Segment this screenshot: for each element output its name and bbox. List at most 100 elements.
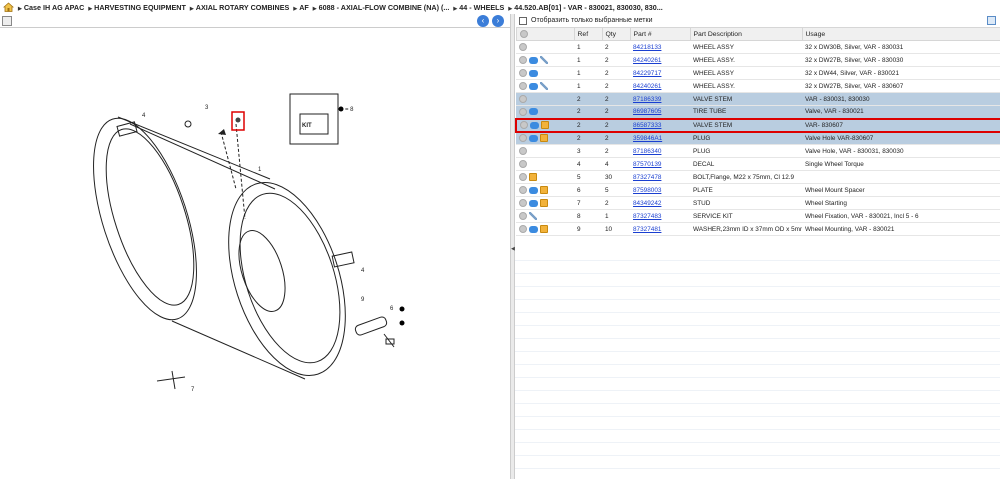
replacement-icon[interactable] (529, 225, 538, 233)
table-row[interactable]: 5 30 87327478 BOLT,Flange, M22 x 75mm, Cl 1… (516, 170, 1000, 184)
replacement-icon[interactable] (529, 56, 538, 64)
parts-diagram[interactable]: 1 3 4 4 6 7 9 = 8 KIT (0, 29, 510, 479)
add-to-cart-icon[interactable] (520, 121, 528, 129)
table-row[interactable]: 9 10 87327481 WASHER,23mm ID x 37mm OD x 5m… (516, 222, 1000, 236)
cell-part-number[interactable]: 84240261 (630, 79, 690, 93)
cell-part-number-text[interactable]: 84218133 (633, 44, 661, 51)
next-diagram-button[interactable]: › (492, 15, 504, 27)
package-icon[interactable] (540, 225, 548, 233)
cell-part-number[interactable]: 87186340 (630, 144, 690, 158)
table-row[interactable]: 2 2 86587333 VALVE STEM VAR- 830607 (515, 117, 1000, 133)
home-icon[interactable] (3, 2, 14, 12)
cell-part-number[interactable]: 87327478 (630, 170, 690, 184)
callout-4[interactable]: 4 (142, 113, 146, 119)
table-row[interactable]: 3 2 87186340 PLUG Valve Hole, VAR - 830031, … (516, 144, 1000, 158)
callout-4b[interactable]: 4 (361, 268, 365, 274)
service-tool-icon[interactable] (529, 212, 537, 220)
table-row[interactable]: 1 2 84240261 WHEEL ASSY. 32 x DW27B, Silver,… (516, 79, 1000, 93)
cell-part-number[interactable]: 86987605 (630, 105, 690, 119)
add-to-cart-icon[interactable] (519, 43, 527, 51)
cell-part-number-text[interactable]: 86987605 (633, 108, 661, 115)
select-all-icon[interactable] (519, 30, 528, 38)
cell-part-number-text[interactable]: 87598003 (633, 187, 661, 194)
column-qty[interactable]: Qty (601, 27, 631, 41)
cell-part-number[interactable]: 87570139 (630, 157, 690, 171)
callout-1[interactable]: 1 (258, 167, 262, 173)
table-row[interactable]: 2 2 86987605 TIRE TUBE Valve, VAR - 830021 (516, 105, 1000, 119)
breadcrumb-item[interactable]: 6088 - AXIAL-FLOW COMBINE (NA) (... (313, 3, 450, 12)
cell-part-number[interactable]: 87327483 (630, 209, 690, 223)
column-ref[interactable]: Ref (573, 27, 603, 41)
package-icon[interactable] (540, 134, 548, 143)
package-icon[interactable] (529, 173, 537, 181)
cell-part-number[interactable]: 84349242 (630, 196, 690, 210)
column-description[interactable]: Part Description (689, 27, 803, 41)
cell-part-number[interactable]: 84229717 (630, 66, 690, 80)
cell-part-number[interactable]: 87186339 (630, 92, 690, 106)
replacement-icon[interactable] (530, 121, 539, 129)
cell-part-number[interactable]: 84240261 (630, 53, 690, 67)
cell-part-number[interactable]: 87598003 (630, 183, 690, 197)
table-row[interactable]: 6 5 87598003 PLATE Wheel Mount Spacer (516, 183, 1000, 197)
callout-3[interactable]: 3 (205, 105, 209, 111)
table-row[interactable]: 1 2 84229717 WHEEL ASSY 32 x DW44, Silver, V… (516, 66, 1000, 80)
table-row[interactable]: 8 1 87327483 SERVICE KIT Wheel Fixation, VAR… (516, 209, 1000, 223)
add-to-cart-icon[interactable] (519, 107, 527, 116)
replacement-icon[interactable] (529, 82, 538, 90)
cell-part-number[interactable]: 87327481 (630, 222, 690, 236)
add-to-cart-icon[interactable] (519, 134, 527, 143)
breadcrumb-item[interactable]: HARVESTING EQUIPMENT (88, 3, 186, 12)
cell-part-number-text[interactable]: 87570139 (633, 161, 661, 168)
table-row[interactable]: 4 4 87570139 DECAL Single Wheel Torque (516, 157, 1000, 171)
column-usage[interactable]: Usage (801, 27, 1000, 41)
cell-part-number-text[interactable]: 87327481 (633, 226, 661, 233)
breadcrumb-item[interactable]: Case IH AG APAC (18, 3, 84, 12)
export-icon[interactable] (2, 16, 12, 26)
add-to-cart-icon[interactable] (519, 186, 527, 194)
cell-part-number-text[interactable]: 87186340 (633, 148, 661, 155)
package-icon[interactable] (540, 199, 548, 207)
package-icon[interactable] (540, 186, 548, 194)
callout-7[interactable]: 7 (191, 387, 195, 393)
cell-part-number-text[interactable]: 87327478 (633, 174, 661, 181)
package-icon[interactable] (541, 121, 549, 129)
replacement-icon[interactable] (529, 186, 538, 194)
add-to-cart-icon[interactable] (519, 160, 527, 168)
add-to-cart-icon[interactable] (519, 199, 527, 207)
cell-part-number-text[interactable]: 87327483 (633, 213, 661, 220)
add-to-cart-icon[interactable] (519, 95, 527, 103)
replacement-icon[interactable] (529, 108, 538, 116)
cell-part-number-text[interactable]: 359846A1 (633, 135, 662, 142)
cell-part-number-text[interactable]: 87186339 (633, 96, 661, 103)
table-row[interactable]: 2 2 359846A1 PLUG Valve Hole VAR-830607 (516, 131, 1000, 145)
show-selected-checkbox[interactable] (519, 16, 527, 25)
add-to-cart-icon[interactable] (519, 147, 527, 155)
breadcrumb-item[interactable]: AF (293, 3, 309, 12)
callout-9[interactable]: 9 (361, 297, 365, 303)
grid-settings-icon[interactable] (987, 16, 996, 25)
replacement-icon[interactable] (529, 199, 538, 207)
add-to-cart-icon[interactable] (519, 225, 527, 233)
replacement-icon[interactable] (529, 134, 538, 142)
cell-part-number-text[interactable]: 84229717 (633, 70, 661, 77)
add-to-cart-icon[interactable] (519, 212, 527, 220)
breadcrumb-item[interactable]: 44 - WHEELS (453, 3, 504, 12)
cell-part-number[interactable]: 84218133 (630, 40, 690, 54)
add-to-cart-icon[interactable] (519, 69, 527, 77)
previous-diagram-button[interactable]: ‹ (477, 15, 489, 27)
service-tool-icon[interactable] (540, 56, 548, 64)
table-row[interactable]: 1 2 84218133 WHEEL ASSY 32 x DW30B, Silver, … (516, 40, 1000, 54)
add-to-cart-icon[interactable] (519, 82, 527, 90)
table-row[interactable]: 2 2 87186339 VALVE STEM VAR - 830031, 830030 (516, 92, 1000, 106)
collapse-left-icon[interactable]: ◀ (511, 244, 515, 254)
cell-part-number[interactable]: 359846A1 (630, 131, 690, 145)
replacement-icon[interactable] (529, 69, 538, 77)
cell-part-number[interactable]: 86587333 (630, 117, 690, 133)
cell-part-number-text[interactable]: 84240261 (633, 57, 661, 64)
table-row[interactable]: 7 2 84349242 STUD Wheel Starting (516, 196, 1000, 210)
column-part-number[interactable]: Part # (629, 27, 691, 41)
callout-6[interactable]: 6 (390, 306, 394, 312)
add-to-cart-icon[interactable] (519, 56, 527, 64)
table-row[interactable]: 1 2 84240261 WHEEL ASSY. 32 x DW27B, Silver,… (516, 53, 1000, 67)
cell-part-number-text[interactable]: 86587333 (633, 122, 661, 129)
